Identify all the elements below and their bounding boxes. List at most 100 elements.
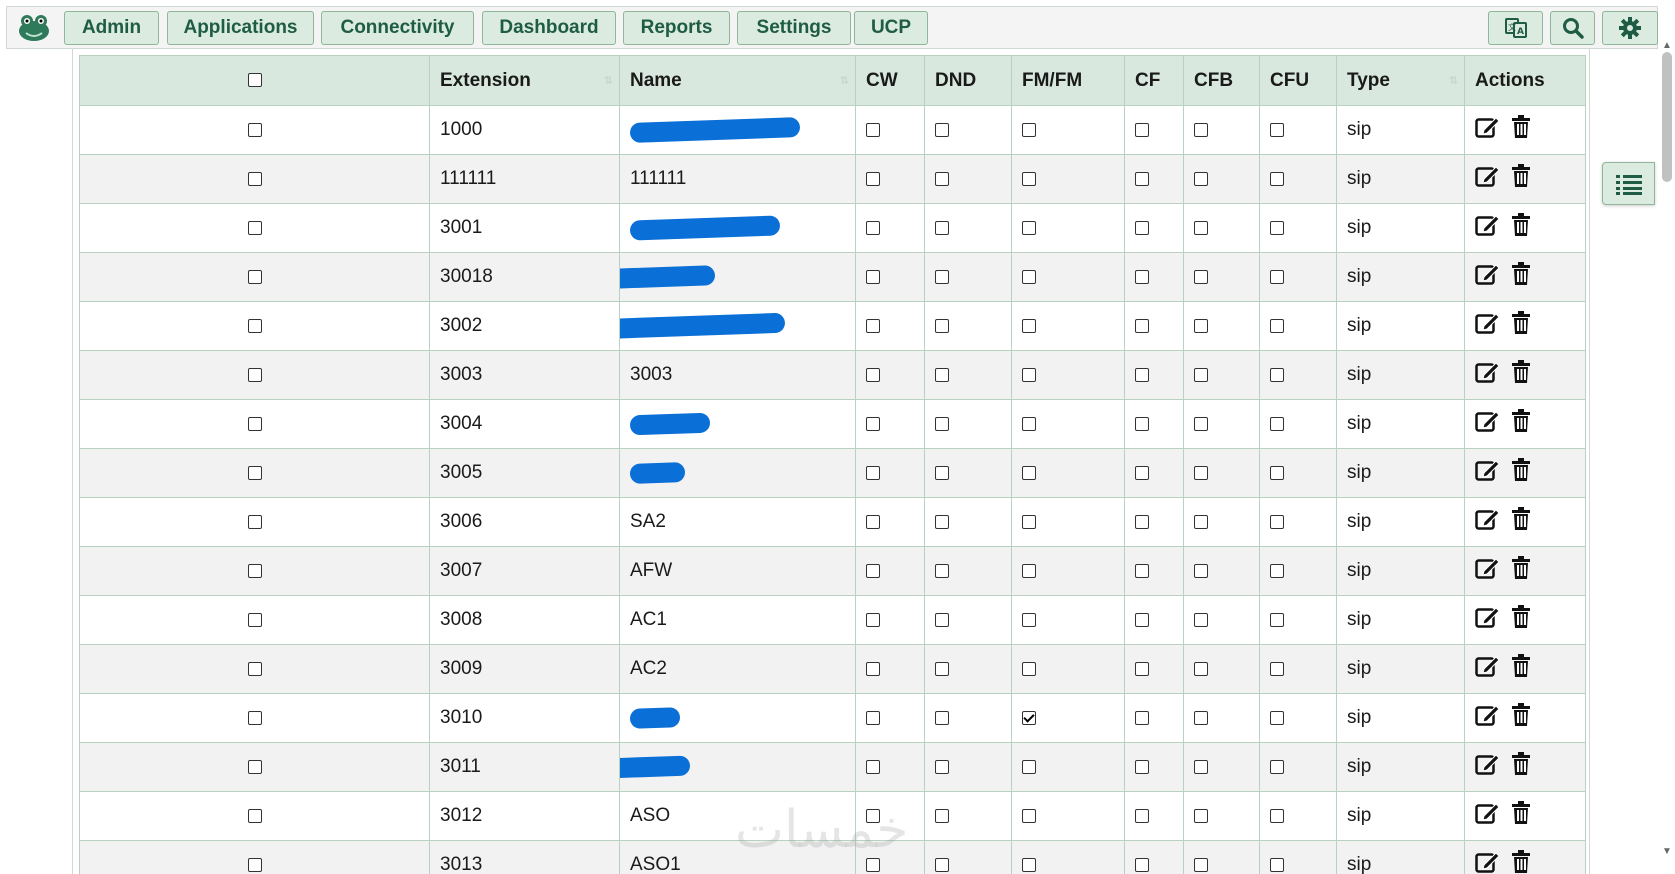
trash-icon[interactable] (1511, 850, 1531, 874)
edit-icon[interactable] (1475, 801, 1501, 825)
cw-checkbox[interactable] (866, 563, 880, 578)
dnd-checkbox[interactable] (935, 269, 949, 284)
cfu-checkbox[interactable] (1270, 759, 1284, 774)
dnd-checkbox[interactable] (935, 416, 949, 431)
dnd-checkbox[interactable] (935, 220, 949, 235)
dnd-checkbox[interactable] (935, 514, 949, 529)
dnd-checkbox[interactable] (935, 465, 949, 480)
cfb-checkbox[interactable] (1194, 514, 1208, 529)
fmfm-checkbox[interactable] (1022, 661, 1036, 676)
row-select-checkbox[interactable] (247, 661, 262, 676)
cf-checkbox[interactable] (1135, 857, 1149, 872)
cfu-checkbox[interactable] (1270, 465, 1284, 480)
trash-icon[interactable] (1511, 752, 1531, 776)
settings-button[interactable] (1602, 11, 1658, 45)
fmfm-checkbox[interactable] (1022, 269, 1036, 284)
column-header-cw[interactable]: CW (855, 55, 925, 106)
nav-applications-button[interactable]: Applications (167, 11, 314, 45)
cf-checkbox[interactable] (1135, 416, 1149, 431)
row-select-checkbox[interactable] (247, 563, 262, 578)
column-header-extension[interactable]: Extension ⇅ (429, 55, 620, 106)
scrollbar-thumb[interactable] (1662, 52, 1672, 182)
trash-icon[interactable] (1511, 262, 1531, 286)
cfb-checkbox[interactable] (1194, 857, 1208, 872)
cfu-checkbox[interactable] (1270, 122, 1284, 137)
edit-icon[interactable] (1475, 752, 1501, 776)
dnd-checkbox[interactable] (935, 710, 949, 725)
cfu-checkbox[interactable] (1270, 710, 1284, 725)
cf-checkbox[interactable] (1135, 612, 1149, 627)
row-select-checkbox[interactable] (247, 710, 262, 725)
cfb-checkbox[interactable] (1194, 710, 1208, 725)
dnd-checkbox[interactable] (935, 563, 949, 578)
cf-checkbox[interactable] (1135, 563, 1149, 578)
row-select-checkbox[interactable] (247, 759, 262, 774)
dnd-checkbox[interactable] (935, 759, 949, 774)
frog-logo-icon[interactable] (17, 13, 51, 43)
row-select-checkbox[interactable] (247, 857, 262, 872)
translate-button[interactable]: 文 A (1488, 11, 1543, 45)
fmfm-checkbox[interactable] (1022, 318, 1036, 333)
fmfm-checkbox[interactable] (1022, 857, 1036, 872)
trash-icon[interactable] (1511, 164, 1531, 188)
trash-icon[interactable] (1511, 458, 1531, 482)
cw-checkbox[interactable] (866, 759, 880, 774)
edit-icon[interactable] (1475, 262, 1501, 286)
row-select-checkbox[interactable] (247, 318, 262, 333)
cw-checkbox[interactable] (866, 612, 880, 627)
cfb-checkbox[interactable] (1194, 171, 1208, 186)
cw-checkbox[interactable] (866, 710, 880, 725)
column-header-dnd[interactable]: DND (924, 55, 1012, 106)
fmfm-checkbox[interactable] (1022, 514, 1036, 529)
cfb-checkbox[interactable] (1194, 465, 1208, 480)
trash-icon[interactable] (1511, 311, 1531, 335)
edit-icon[interactable] (1475, 164, 1501, 188)
trash-icon[interactable] (1511, 801, 1531, 825)
trash-icon[interactable] (1511, 409, 1531, 433)
dnd-checkbox[interactable] (935, 808, 949, 823)
dnd-checkbox[interactable] (935, 857, 949, 872)
cf-checkbox[interactable] (1135, 465, 1149, 480)
row-select-checkbox[interactable] (247, 808, 262, 823)
dnd-checkbox[interactable] (935, 122, 949, 137)
cfb-checkbox[interactable] (1194, 269, 1208, 284)
fmfm-checkbox[interactable] (1022, 808, 1036, 823)
edit-icon[interactable] (1475, 556, 1501, 580)
edit-icon[interactable] (1475, 409, 1501, 433)
nav-reports-button[interactable]: Reports (623, 11, 730, 45)
edit-icon[interactable] (1475, 850, 1501, 874)
edit-icon[interactable] (1475, 703, 1501, 727)
cfu-checkbox[interactable] (1270, 808, 1284, 823)
trash-icon[interactable] (1511, 703, 1531, 727)
cfu-checkbox[interactable] (1270, 318, 1284, 333)
row-select-checkbox[interactable] (247, 122, 262, 137)
cfu-checkbox[interactable] (1270, 857, 1284, 872)
edit-icon[interactable] (1475, 507, 1501, 531)
cf-checkbox[interactable] (1135, 367, 1149, 382)
dnd-checkbox[interactable] (935, 612, 949, 627)
cfb-checkbox[interactable] (1194, 367, 1208, 382)
fmfm-checkbox[interactable] (1022, 122, 1036, 137)
fmfm-checkbox[interactable] (1022, 220, 1036, 235)
scroll-up-arrow-icon[interactable]: ▲ (1662, 40, 1672, 51)
cw-checkbox[interactable] (866, 269, 880, 284)
cfb-checkbox[interactable] (1194, 220, 1208, 235)
cf-checkbox[interactable] (1135, 220, 1149, 235)
cfu-checkbox[interactable] (1270, 171, 1284, 186)
cfb-checkbox[interactable] (1194, 808, 1208, 823)
cf-checkbox[interactable] (1135, 808, 1149, 823)
column-header-fmfm[interactable]: FM/FM (1011, 55, 1125, 106)
cf-checkbox[interactable] (1135, 171, 1149, 186)
cw-checkbox[interactable] (866, 220, 880, 235)
cf-checkbox[interactable] (1135, 514, 1149, 529)
side-panel-toggle-button[interactable] (1602, 162, 1655, 205)
fmfm-checkbox[interactable] (1022, 367, 1036, 382)
fmfm-checkbox[interactable] (1022, 171, 1036, 186)
trash-icon[interactable] (1511, 605, 1531, 629)
cw-checkbox[interactable] (866, 171, 880, 186)
cfb-checkbox[interactable] (1194, 612, 1208, 627)
fmfm-checkbox[interactable] (1022, 710, 1036, 725)
fmfm-checkbox[interactable] (1022, 563, 1036, 578)
column-header-cf[interactable]: CF (1124, 55, 1184, 106)
fmfm-checkbox[interactable] (1022, 612, 1036, 627)
